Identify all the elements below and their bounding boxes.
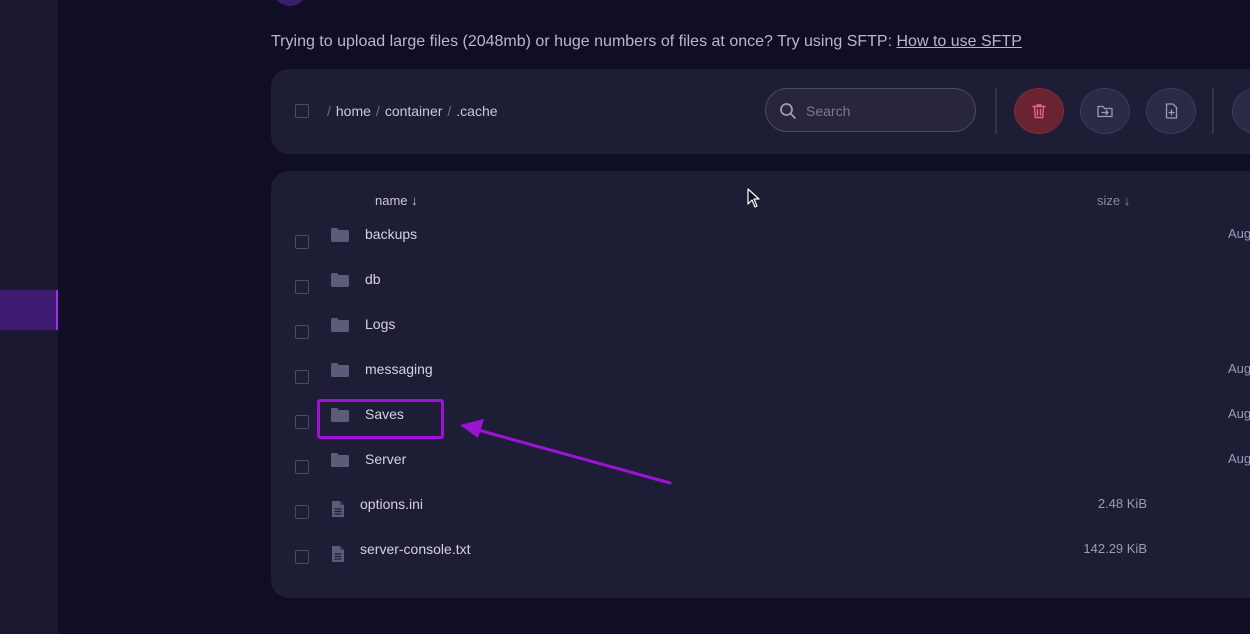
annotation-arrow: [460, 419, 672, 485]
mouse-cursor-icon: [747, 188, 760, 208]
